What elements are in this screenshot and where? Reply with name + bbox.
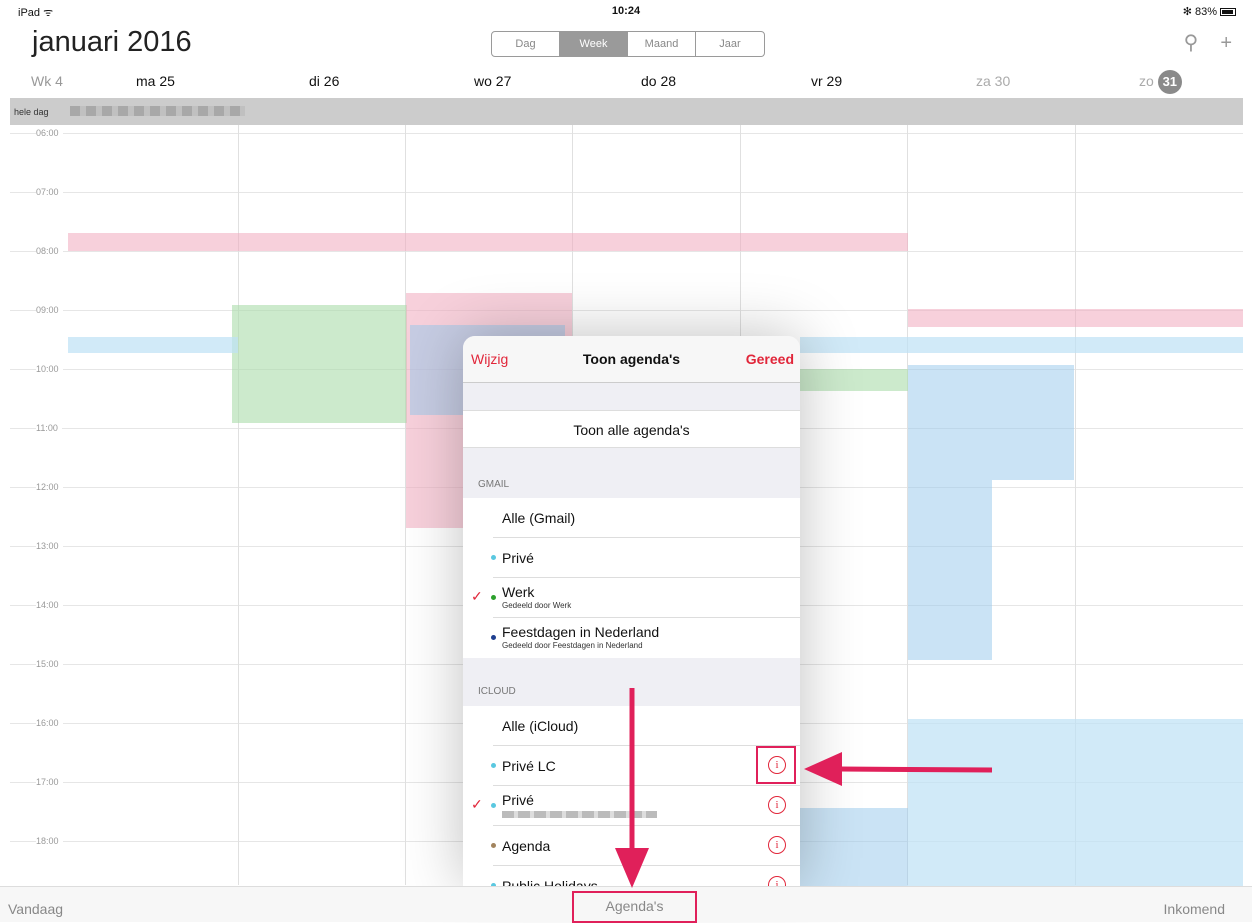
calendar-row-prive-lc[interactable]: Privé LC i <box>491 746 800 786</box>
bottom-toolbar: Vandaag Agenda's Inkomend <box>0 886 1252 923</box>
calendars-button[interactable]: Agenda's <box>572 891 697 923</box>
color-dot <box>491 635 496 640</box>
tab-year[interactable]: Jaar <box>696 32 764 56</box>
hour-line: 06:00 <box>10 128 1243 138</box>
week-number: Wk 4 <box>31 73 63 89</box>
day-header-sun[interactable]: zo 31 <box>1139 70 1182 94</box>
checkmark-icon: ✓ <box>471 588 483 604</box>
all-day-label: hele dag <box>14 107 49 117</box>
info-icon[interactable]: i <box>768 836 786 854</box>
section-header-gmail: GMAIL <box>478 479 510 490</box>
today-button[interactable]: Vandaag <box>8 901 63 917</box>
hour-line: 07:00 <box>10 187 1243 197</box>
calendar-row-feestdagen[interactable]: Feestdagen in Nederland Gedeeld door Fees… <box>491 618 800 658</box>
calendar-event[interactable] <box>908 365 992 660</box>
popover-nav-bar: Wijzig Toon agenda's Gereed <box>463 336 800 383</box>
tab-month[interactable]: Maand <box>628 32 696 56</box>
today-badge: 31 <box>1157 70 1182 94</box>
day-header-mon[interactable]: ma 25 <box>136 73 175 89</box>
calendar-row-all-icloud[interactable]: Alle (iCloud) <box>493 706 800 746</box>
calendar-event[interactable] <box>68 337 238 353</box>
day-header-sat[interactable]: za 30 <box>976 73 1010 89</box>
plus-icon[interactable]: + <box>1220 32 1232 54</box>
tab-week[interactable]: Week <box>560 32 628 56</box>
calendar-event[interactable] <box>908 309 1243 327</box>
calendar-row-all-gmail[interactable]: Alle (Gmail) <box>493 498 800 538</box>
info-button-highlight <box>756 746 796 784</box>
info-icon[interactable]: i <box>768 876 786 886</box>
inbox-button[interactable]: Inkomend <box>1164 901 1225 917</box>
day-header-wed[interactable]: wo 27 <box>474 73 511 89</box>
calendar-row-werk[interactable]: ✓ Werk Gedeeld door Werk <box>471 578 800 618</box>
calendar-row-public-holidays[interactable]: Public Holidays i <box>491 866 800 886</box>
calendar-event[interactable] <box>800 337 1243 353</box>
color-dot <box>491 763 496 768</box>
day-header-thu[interactable]: do 28 <box>641 73 676 89</box>
icloud-group: Alle (iCloud) Privé LC i ✓ Privé i Agenda i … <box>463 706 800 886</box>
search-icon[interactable]: ⚲ <box>1184 32 1199 54</box>
show-all-calendars-button[interactable]: Toon alle agenda's <box>463 410 800 448</box>
day-header-tue[interactable]: di 26 <box>309 73 339 89</box>
done-button[interactable]: Gereed <box>746 351 794 367</box>
calendar-event[interactable] <box>800 369 908 391</box>
calendar-row-agenda[interactable]: Agenda i <box>491 826 800 866</box>
calendar-event[interactable] <box>992 365 1074 480</box>
color-dot <box>491 555 496 560</box>
calendar-event[interactable] <box>68 233 908 251</box>
clock: 10:24 <box>611 5 641 17</box>
calendar-event[interactable] <box>232 305 407 423</box>
color-dot <box>491 595 496 600</box>
gmail-group: Alle (Gmail) Privé ✓ Werk Gedeeld door Wer… <box>463 498 800 658</box>
all-day-event[interactable] <box>70 106 245 116</box>
section-header-icloud: ICLOUD <box>478 686 516 697</box>
redacted-subtitle <box>502 811 657 818</box>
battery-indicator: ✻ 83% <box>1183 5 1236 18</box>
page-title: januari 2016 <box>32 26 192 58</box>
calendar-row-prive[interactable]: Privé <box>491 538 800 578</box>
color-dot <box>491 803 496 808</box>
info-icon[interactable]: i <box>768 796 786 814</box>
calendar-event[interactable] <box>908 719 1243 889</box>
day-header-fri[interactable]: vr 29 <box>811 73 842 89</box>
status-bar: iPad ᯤ 10:24 ✻ 83% <box>0 0 1252 22</box>
tab-day[interactable]: Dag <box>492 32 560 56</box>
all-day-row: hele dag <box>10 98 1243 125</box>
calendars-popover: Wijzig Toon agenda's Gereed Toon alle ag… <box>463 336 800 886</box>
calendar-event[interactable] <box>800 808 908 888</box>
color-dot <box>491 843 496 848</box>
day-header-row: Wk 4 ma 25 di 26 wo 27 do 28 vr 29 za 30… <box>0 70 1252 97</box>
battery-icon <box>1220 8 1236 16</box>
checkmark-icon: ✓ <box>471 796 483 812</box>
calendar-row-prive-icloud[interactable]: ✓ Privé i <box>471 786 800 826</box>
hour-line: 08:00 <box>10 246 1243 256</box>
top-actions: ⚲ + <box>1162 30 1232 55</box>
view-switcher: Dag Week Maand Jaar <box>491 31 765 57</box>
